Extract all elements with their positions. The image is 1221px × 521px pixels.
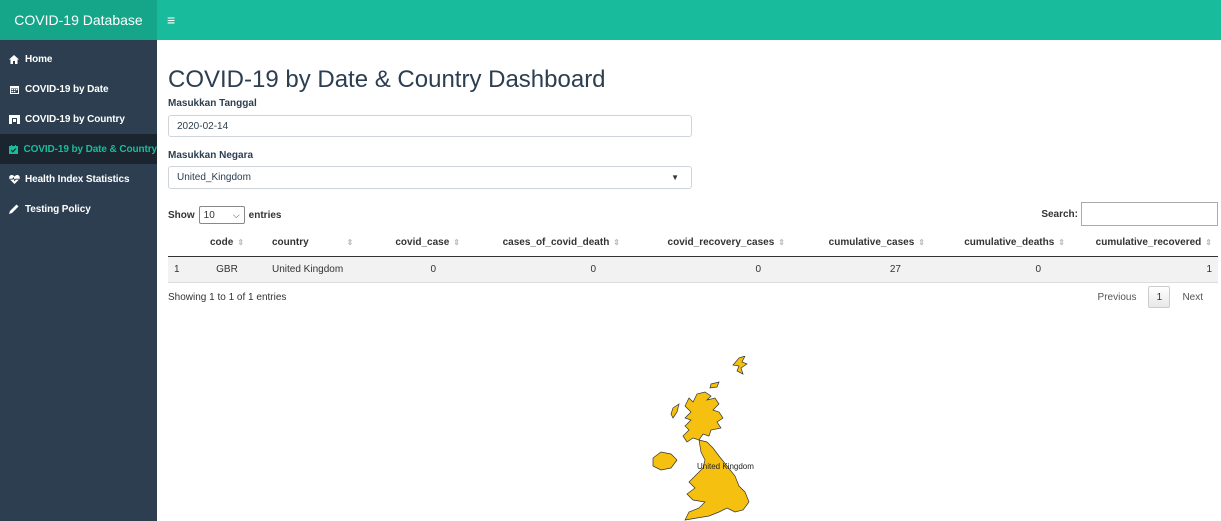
sort-icon: ⇕: [1058, 238, 1065, 248]
map-icon: [8, 114, 20, 124]
sort-icon: ⇕: [918, 238, 925, 248]
cell-covid-case: 0: [386, 256, 466, 283]
uk-map[interactable]: United Kingdom: [627, 356, 797, 521]
chevron-down-icon: ⌵: [232, 209, 240, 220]
country-select-value: United_Kingdom: [177, 172, 251, 183]
sidebar-item-label: COVID-19 by Date: [25, 83, 109, 95]
page-title: COVID-19 by Date & Country Dashboard: [168, 66, 606, 93]
column-header-cumulative-deaths[interactable]: cumulative_deaths ⇕: [931, 230, 1071, 257]
cell-cumulative-cases: 27: [791, 256, 931, 283]
entries-select[interactable]: 10 ⌵: [198, 206, 245, 224]
sidebar-item-covid-by-date[interactable]: COVID-19 by Date: [0, 74, 157, 104]
column-header-country[interactable]: country ⇕: [256, 230, 386, 257]
orkney-shape: [709, 381, 720, 389]
northern-ireland-shape: [652, 451, 678, 471]
pen-icon: [8, 204, 20, 214]
table-row[interactable]: 1 GBR United Kingdom 0 0 0 27 0 1: [168, 256, 1218, 283]
sidebar-item-label: Testing Policy: [25, 203, 91, 215]
entries-length-control: Show 10 ⌵ entries: [168, 206, 281, 224]
main-content: COVID-19 by Date & Country Dashboard Mas…: [157, 40, 1221, 521]
pagination: Previous 1 Next: [1090, 286, 1211, 308]
page-1-button[interactable]: 1: [1148, 286, 1171, 308]
column-header-code[interactable]: code ⇕: [198, 230, 256, 257]
table-info: Showing 1 to 1 of 1 entries: [168, 292, 287, 303]
cell-cases-of-covid-death: 0: [466, 256, 626, 283]
sidebar-item-label: COVID-19 by Date & Country: [23, 143, 157, 155]
column-header-covid-recovery-cases[interactable]: covid_recovery_cases ⇕: [626, 230, 791, 257]
date-input[interactable]: 2020-02-14: [168, 115, 692, 137]
table-header-row: code ⇕ country ⇕ covid_case ⇕ cases_of_covi…: [168, 230, 1218, 257]
sort-icon: ⇕: [613, 238, 620, 248]
column-header-cumulative-cases[interactable]: cumulative_cases ⇕: [791, 230, 931, 257]
search-label: Search:: [1041, 208, 1078, 220]
cell-cumulative-deaths: 0: [931, 256, 1071, 283]
data-table: code ⇕ country ⇕ covid_case ⇕ cases_of_covi…: [168, 230, 1218, 283]
england-wales-shape: [684, 439, 750, 521]
scotland-shape: [682, 391, 724, 443]
column-header-index: [168, 230, 198, 257]
sidebar-item-label: Health Index Statistics: [25, 173, 130, 185]
home-icon: [8, 54, 20, 64]
column-header-cumulative-recovered[interactable]: cumulative_recovered ⇕: [1071, 230, 1218, 257]
search-input[interactable]: [1081, 202, 1218, 226]
sidebar-item-covid-by-date-country[interactable]: COVID-19 by Date & Country: [0, 134, 157, 164]
sidebar-item-testing-policy[interactable]: Testing Policy: [0, 194, 157, 224]
country-select[interactable]: United_Kingdom ▼: [168, 166, 692, 189]
cell-covid-recovery-cases: 0: [626, 256, 791, 283]
next-button[interactable]: Next: [1174, 292, 1211, 303]
date-input-value: 2020-02-14: [177, 120, 229, 132]
column-header-covid-case[interactable]: covid_case ⇕: [386, 230, 466, 257]
hebrides-shape: [670, 403, 680, 419]
sort-icon: ⇕: [346, 238, 354, 248]
sidebar: Home COVID-19 by Date COVID-19 by Countr…: [0, 40, 157, 521]
cell-index: 1: [168, 256, 198, 283]
shetland-shape: [732, 356, 748, 375]
show-label: Show: [168, 209, 195, 221]
sidebar-item-label: COVID-19 by Country: [25, 113, 125, 125]
top-header: COVID-19 Database ≡: [0, 0, 1221, 40]
entries-select-value: 10: [203, 209, 215, 221]
cell-code: GBR: [198, 256, 256, 283]
caret-down-icon: ▼: [671, 173, 679, 182]
table-search: Search:: [1041, 202, 1218, 226]
hamburger-icon[interactable]: ≡: [167, 12, 175, 28]
map-label: United Kingdom: [697, 462, 754, 471]
sidebar-item-label: Home: [25, 53, 53, 65]
calendar-check-icon: [8, 144, 18, 154]
date-label: Masukkan Tanggal: [168, 98, 257, 109]
cell-country: United Kingdom: [256, 256, 386, 283]
sort-icon: ⇕: [778, 238, 785, 248]
sidebar-item-home[interactable]: Home: [0, 44, 157, 74]
previous-button[interactable]: Previous: [1090, 292, 1145, 303]
sidebar-item-health-index[interactable]: Health Index Statistics: [0, 164, 157, 194]
app-title[interactable]: COVID-19 Database: [0, 0, 157, 40]
calendar-icon: [8, 85, 20, 94]
entries-label: entries: [248, 209, 282, 221]
sort-icon: ⇕: [237, 238, 245, 248]
column-header-cases-of-covid-death[interactable]: cases_of_covid_death ⇕: [466, 230, 626, 257]
sort-icon: ⇕: [453, 238, 460, 248]
country-label: Masukkan Negara: [168, 150, 254, 161]
sidebar-item-covid-by-country[interactable]: COVID-19 by Country: [0, 104, 157, 134]
sort-icon: ⇕: [1205, 238, 1212, 248]
heartbeat-icon: [8, 174, 20, 184]
cell-cumulative-recovered: 1: [1071, 256, 1218, 283]
